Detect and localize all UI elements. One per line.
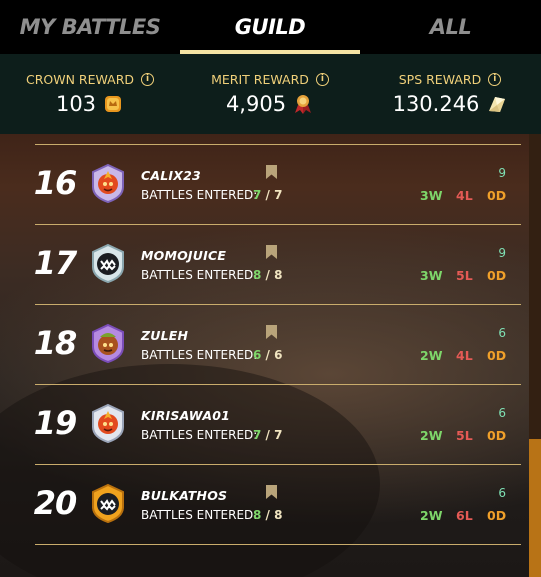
losses-count: 4L xyxy=(456,348,473,363)
player-rank: 16 xyxy=(33,164,78,202)
silver-monster-avatar-icon xyxy=(92,243,124,283)
info-icon[interactable]: i xyxy=(315,73,329,86)
battles-entered-label: BATTLES ENTERED: xyxy=(141,188,258,202)
wins-count: 2W xyxy=(420,348,443,363)
wins-count: 3W xyxy=(420,188,443,203)
player-row[interactable]: 16 CALIX23 BATTLES ENTERED: 7 / 7 9 3W 4… xyxy=(0,145,528,225)
losses-count: 4L xyxy=(456,188,473,203)
draws-count: 0D xyxy=(487,508,507,523)
sps-crystal-icon xyxy=(489,97,506,112)
goblin-avatar-icon xyxy=(92,323,124,363)
row-divider xyxy=(35,544,521,545)
battles-entered-value: 7 / 7 xyxy=(253,428,283,442)
info-icon[interactable]: i xyxy=(488,73,502,86)
player-score: 6 xyxy=(498,406,506,420)
player-name[interactable]: KIRISAWA01 xyxy=(141,408,230,423)
sps-reward-label: SPS REWARD xyxy=(398,72,482,87)
bookmark-icon[interactable] xyxy=(266,485,277,499)
player-score: 9 xyxy=(498,166,506,180)
losses-count: 5L xyxy=(456,428,473,443)
battles-entered-value: 8 / 8 xyxy=(253,508,283,522)
player-rank: 20 xyxy=(33,484,78,522)
battles-entered-label: BATTLES ENTERED: xyxy=(141,348,258,362)
player-rank: 18 xyxy=(33,324,78,362)
fire-league-avatar-icon xyxy=(92,403,124,443)
draws-count: 0D xyxy=(487,188,507,203)
battles-entered-label: BATTLES ENTERED: xyxy=(141,268,258,282)
wins-count: 2W xyxy=(420,508,443,523)
player-name[interactable]: ZULEH xyxy=(141,328,188,343)
player-name[interactable]: CALIX23 xyxy=(141,168,201,183)
gold-monster-avatar-icon xyxy=(92,483,124,523)
rewards-bar: CROWN REWARD i 103 MERIT REWARD i 4,905 xyxy=(0,54,541,134)
sps-reward: SPS REWARD i 130.246 xyxy=(360,54,540,134)
guild-player-list[interactable]: 16 CALIX23 BATTLES ENTERED: 7 / 7 9 3W 4… xyxy=(0,134,541,577)
player-score: 6 xyxy=(498,486,506,500)
player-row[interactable]: 17 MOMOJUICE BATTLES ENTERED: 8 / 8 9 3W… xyxy=(0,225,528,305)
bookmark-icon[interactable] xyxy=(266,325,277,339)
merit-reward: MERIT REWARD i 4,905 xyxy=(180,54,360,134)
player-rank: 17 xyxy=(33,244,78,282)
tab-all[interactable]: ALL xyxy=(360,0,541,54)
battle-tabs: MY BATTLES GUILD ALL xyxy=(0,0,541,54)
player-row[interactable]: 18 ZULEH BATTLES ENTERED: 6 / 6 6 2W 4L … xyxy=(0,305,528,385)
fire-league-avatar-icon xyxy=(92,163,124,203)
crown-token-icon xyxy=(105,96,122,112)
tab-my-battles[interactable]: MY BATTLES xyxy=(0,0,180,54)
battles-entered-value: 6 / 6 xyxy=(253,348,283,362)
sps-reward-value: 130.246 xyxy=(392,92,480,116)
merit-badge-icon xyxy=(295,95,312,114)
player-name[interactable]: MOMOJUICE xyxy=(141,248,226,263)
crown-reward-value: 103 xyxy=(55,92,97,116)
losses-count: 5L xyxy=(456,268,473,283)
tab-guild[interactable]: GUILD xyxy=(180,0,360,54)
battles-entered-label: BATTLES ENTERED: xyxy=(141,508,258,522)
player-name[interactable]: BULKATHOS xyxy=(141,488,227,503)
bookmark-icon[interactable] xyxy=(266,245,277,259)
draws-count: 0D xyxy=(487,268,507,283)
merit-reward-label: MERIT REWARD xyxy=(211,72,309,87)
battles-entered-label: BATTLES ENTERED: xyxy=(141,428,258,442)
bookmark-icon[interactable] xyxy=(266,165,277,179)
player-score: 9 xyxy=(498,246,506,260)
player-row[interactable]: 20 BULKATHOS BATTLES ENTERED: 8 / 8 6 2W… xyxy=(0,465,528,545)
crown-reward: CROWN REWARD i 103 xyxy=(0,54,180,134)
info-icon[interactable]: i xyxy=(141,73,155,86)
draws-count: 0D xyxy=(487,428,507,443)
draws-count: 0D xyxy=(487,348,507,363)
player-rank: 19 xyxy=(33,404,78,442)
battles-entered-value: 8 / 8 xyxy=(253,268,283,282)
crown-reward-label: CROWN REWARD xyxy=(25,72,135,87)
player-score: 6 xyxy=(498,326,506,340)
losses-count: 6L xyxy=(456,508,473,523)
player-row[interactable]: 19 KIRISAWA01 BATTLES ENTERED: 7 / 7 6 2… xyxy=(0,385,528,465)
scrollbar-thumb[interactable] xyxy=(529,439,541,577)
battles-entered-value: 7 / 7 xyxy=(253,188,283,202)
merit-reward-value: 4,905 xyxy=(225,92,287,116)
wins-count: 2W xyxy=(420,428,443,443)
wins-count: 3W xyxy=(420,268,443,283)
